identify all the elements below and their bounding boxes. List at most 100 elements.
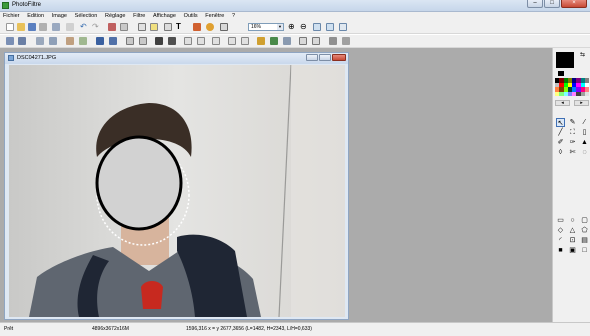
undo-icon[interactable]: ↶ — [80, 23, 88, 31]
window-icon[interactable] — [339, 23, 347, 31]
rotate-icon[interactable] — [212, 37, 220, 45]
zoom-out-icon[interactable]: ⊖ — [300, 23, 308, 31]
mode-3-icon[interactable]: □ — [580, 246, 589, 255]
ellipse-icon[interactable]: ○ — [568, 216, 577, 225]
save-icon[interactable] — [28, 23, 36, 31]
pointer-icon[interactable]: ↖ — [556, 118, 565, 127]
drop-icon[interactable] — [241, 37, 249, 45]
rotate-left-icon[interactable] — [184, 37, 192, 45]
paste-icon[interactable] — [138, 23, 146, 31]
menu-edition[interactable]: Edition — [24, 12, 47, 21]
triangle-icon[interactable] — [228, 37, 236, 45]
duplicate-icon[interactable] — [164, 23, 172, 31]
blur-brush-icon[interactable]: ✑ — [568, 138, 577, 147]
frame-icon[interactable] — [283, 37, 291, 45]
polygon-icon[interactable]: ⬠ — [580, 226, 589, 235]
zoom-in-icon[interactable]: ⊕ — [288, 23, 296, 31]
fullscreen-icon[interactable] — [220, 23, 228, 31]
copy-icon[interactable] — [120, 23, 128, 31]
redo-icon[interactable]: ↷ — [92, 23, 100, 31]
shape-tools-grid: ▭ ○ ▢ ◇ △ ⬠ ◜ ⊡ ▤ ■ ▣ □ — [556, 216, 590, 256]
auto-contrast-icon[interactable] — [18, 37, 26, 45]
menu-help[interactable]: ? — [229, 12, 238, 21]
lasso-icon[interactable]: ◜ — [556, 236, 565, 245]
mode-2-icon[interactable]: ▣ — [568, 246, 577, 255]
triangle-shape-icon[interactable]: △ — [568, 226, 577, 235]
rounded-rect-icon[interactable]: ▢ — [580, 216, 589, 225]
text-icon[interactable]: T — [176, 23, 184, 31]
saturation-icon[interactable] — [66, 37, 74, 45]
menu-outils[interactable]: Outils — [181, 12, 201, 21]
menu-fenetre[interactable]: Fenêtre — [202, 12, 227, 21]
menu-image[interactable]: Image — [49, 12, 70, 21]
maximize-button[interactable]: □ — [544, 0, 560, 8]
crop-icon[interactable] — [312, 37, 320, 45]
open-icon[interactable] — [17, 23, 25, 31]
select-all-icon[interactable]: ⊡ — [568, 236, 577, 245]
default-colors-icon[interactable] — [558, 71, 564, 76]
color-swatches — [555, 78, 589, 96]
minimize-button[interactable]: – — [527, 0, 543, 8]
line-icon[interactable]: ╱ — [556, 128, 565, 137]
actual-size-icon[interactable] — [326, 23, 334, 31]
image-size-icon[interactable] — [193, 23, 201, 31]
flip-vertical-icon[interactable] — [139, 37, 147, 45]
colors-icon[interactable] — [257, 37, 265, 45]
stamp-icon[interactable]: ▲ — [580, 138, 589, 147]
color-icon[interactable] — [206, 23, 214, 31]
eraser-icon[interactable]: ◌ — [580, 148, 589, 157]
wand-icon[interactable]: ⁄ — [580, 118, 589, 127]
new-icon[interactable] — [6, 23, 14, 31]
brush-icon[interactable]: ✐ — [556, 138, 565, 147]
export-icon[interactable] — [66, 23, 74, 31]
plugin-icon[interactable] — [342, 37, 350, 45]
rectangle-icon[interactable]: ▭ — [556, 216, 565, 225]
menu-filtre[interactable]: Filtre — [130, 12, 148, 21]
palette-prev-button[interactable]: ◂ — [555, 100, 570, 106]
rotate-right-icon[interactable] — [197, 37, 205, 45]
menu-reglage[interactable]: Réglage — [102, 12, 129, 21]
drop-tool-icon[interactable]: ◊ — [556, 148, 565, 157]
spray-icon[interactable]: ▯ — [580, 128, 589, 137]
menu-affichage[interactable]: Affichage — [150, 12, 179, 21]
auto-level-icon[interactable] — [6, 37, 14, 45]
contrast-icon[interactable] — [49, 37, 57, 45]
save-as-icon[interactable] — [39, 23, 47, 31]
paste-new-icon[interactable] — [150, 23, 158, 31]
sepia-icon[interactable] — [109, 37, 117, 45]
mode-1-icon[interactable]: ■ — [556, 246, 565, 255]
cut-icon[interactable] — [108, 23, 116, 31]
palette-next-button[interactable]: ▸ — [574, 100, 589, 106]
color-swatch[interactable] — [584, 91, 589, 96]
smudge-icon[interactable]: ✄ — [568, 148, 577, 157]
print-icon[interactable] — [52, 23, 60, 31]
batch-icon[interactable] — [329, 37, 337, 45]
fill-icon[interactable]: ⛶ — [568, 128, 577, 137]
zoom-select[interactable]: 16% ▼ — [248, 23, 284, 31]
status-bar: Prêt 4896x3672x16M 1596,316 x = y 2677,3… — [0, 322, 590, 336]
menu-fichier[interactable]: Fichier — [0, 12, 23, 21]
brightness-icon[interactable] — [36, 37, 44, 45]
sharpen-icon[interactable] — [168, 37, 176, 45]
swap-colors-icon[interactable]: ⇆ — [580, 51, 585, 58]
palette-icon[interactable] — [270, 37, 278, 45]
gamma-icon[interactable] — [79, 37, 87, 45]
canvas-icon[interactable] — [299, 37, 307, 45]
doc-close-button[interactable] — [332, 54, 346, 61]
grayscale-icon[interactable] — [96, 37, 104, 45]
foreground-color-swatch[interactable] — [556, 52, 574, 68]
app-title: PhotoFiltre — [12, 2, 42, 8]
menu-selection[interactable]: Sélection — [72, 12, 101, 21]
image-canvas[interactable] — [9, 65, 345, 317]
flip-horizontal-icon[interactable] — [126, 37, 134, 45]
fit-window-icon[interactable] — [313, 23, 321, 31]
blur-icon[interactable] — [155, 37, 163, 45]
doc-maximize-button[interactable] — [319, 54, 331, 61]
folder-icon[interactable]: ▤ — [580, 236, 589, 245]
pipette-icon[interactable]: ✎ — [568, 118, 577, 127]
document-title-bar[interactable]: DSC04271.JPG — [5, 53, 348, 64]
diamond-icon[interactable]: ◇ — [556, 226, 565, 235]
close-button[interactable]: × — [561, 0, 587, 8]
doc-minimize-button[interactable] — [306, 54, 318, 61]
app-icon — [2, 2, 9, 9]
